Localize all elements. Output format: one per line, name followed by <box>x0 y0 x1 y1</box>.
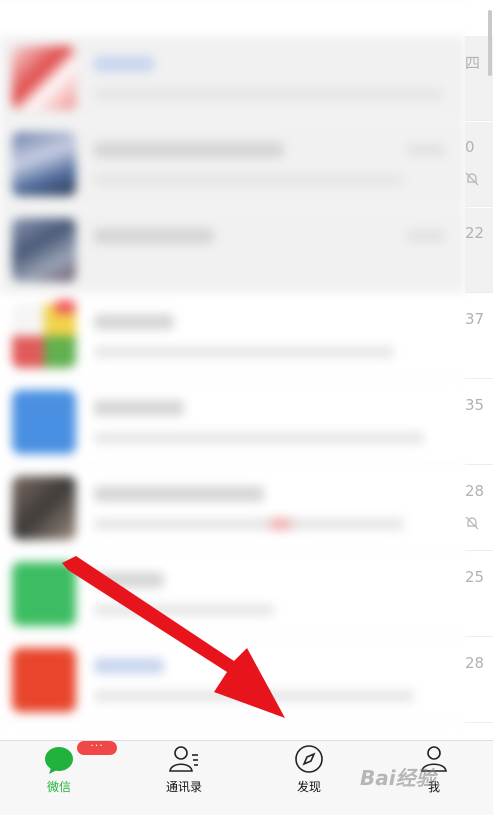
chat-time: 28 <box>465 654 485 672</box>
chat-time-col: 28 <box>465 638 493 723</box>
chat-preview <box>94 174 404 186</box>
chat-preview <box>94 690 414 702</box>
chat-row[interactable] <box>0 638 465 723</box>
chat-time-col: 25 <box>465 552 493 637</box>
chat-time: 37 <box>465 310 485 328</box>
chat-title <box>94 142 284 158</box>
chat-time: 35 <box>465 396 485 414</box>
chat-avatar[interactable] <box>12 390 76 454</box>
chat-bubble-icon <box>45 747 73 774</box>
chat-avatar[interactable] <box>12 562 76 626</box>
watermark: Bai经验 <box>360 766 436 790</box>
chat-row[interactable] <box>0 380 465 465</box>
chat-avatar[interactable] <box>12 218 76 282</box>
chat-time-col: 35 <box>465 380 493 465</box>
chat-row[interactable] <box>0 36 465 121</box>
mute-bell-icon <box>465 172 479 186</box>
chat-preview <box>94 518 404 530</box>
chat-title <box>94 486 264 502</box>
tab-label: 微信 <box>46 780 71 794</box>
chat-title <box>94 314 174 330</box>
chat-row[interactable] <box>0 208 465 293</box>
chat-time-col: 22 <box>465 208 493 293</box>
chat-time: 四 <box>465 54 481 72</box>
chat-title <box>94 228 214 244</box>
chat-avatar[interactable] <box>12 476 76 540</box>
unread-badge: ··· <box>77 740 117 755</box>
chat-avatar[interactable] <box>12 648 76 712</box>
tab-discover[interactable]: 发现 <box>259 741 359 815</box>
chat-preview <box>94 604 274 616</box>
tab-contacts[interactable]: 通讯录 <box>134 741 234 815</box>
chat-preview <box>94 346 394 358</box>
chat-time-col: 0 <box>465 122 493 207</box>
chat-time <box>407 144 445 156</box>
contacts-icon <box>169 746 198 772</box>
chat-title <box>94 400 184 416</box>
chat-row[interactable] <box>0 466 465 551</box>
tab-label: 通讯录 <box>165 780 202 794</box>
chat-list: 四 0 22 37 35 28 25 28 <box>0 0 493 740</box>
chat-time: 25 <box>465 568 485 586</box>
chat-title <box>94 572 164 588</box>
compass-icon <box>295 745 323 773</box>
chat-avatar[interactable] <box>12 132 76 196</box>
chat-row[interactable] <box>0 294 465 379</box>
chat-avatar[interactable] <box>12 46 76 110</box>
chat-time-col: 28 <box>465 466 493 551</box>
unread-badge <box>54 300 76 314</box>
chat-preview <box>94 432 424 444</box>
mute-bell-icon <box>465 516 479 530</box>
chat-row[interactable] <box>0 122 465 207</box>
tab-chats[interactable]: ··· 微信 <box>9 740 117 815</box>
chat-title <box>94 658 164 674</box>
chat-time <box>407 230 445 242</box>
chat-time: 22 <box>465 224 485 242</box>
chat-preview <box>94 88 444 100</box>
chat-time-col: 37 <box>465 294 493 379</box>
scrollbar-thumb[interactable] <box>488 10 492 76</box>
chat-title <box>94 56 154 72</box>
chat-row[interactable] <box>0 552 465 637</box>
chat-time: 28 <box>465 482 485 500</box>
tab-label: 发现 <box>296 780 321 794</box>
chat-time: 0 <box>465 138 475 156</box>
